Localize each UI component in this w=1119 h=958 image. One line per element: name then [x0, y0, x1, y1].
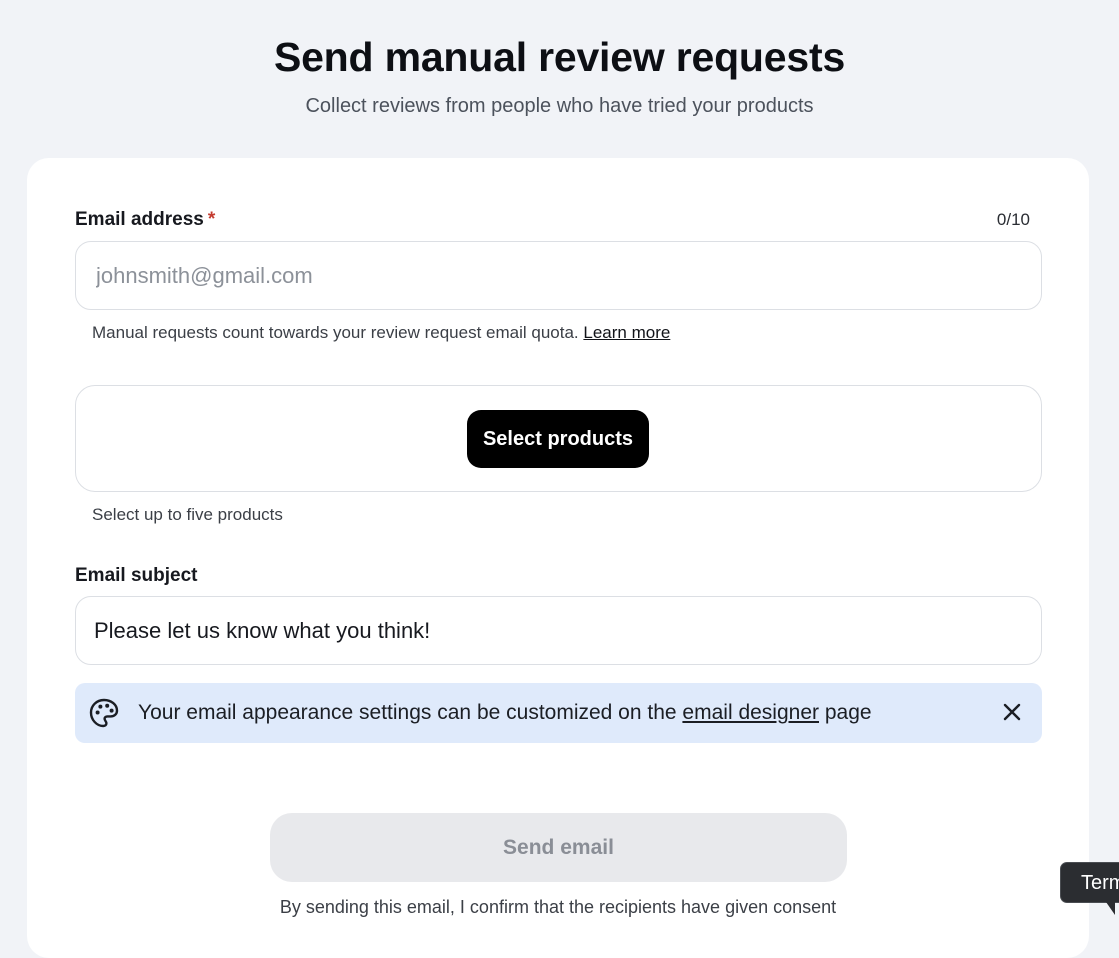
- email-field[interactable]: [75, 241, 1042, 310]
- select-products-button[interactable]: Select products: [467, 410, 649, 468]
- subject-field[interactable]: [75, 596, 1042, 665]
- products-help-text: Select up to five products: [92, 505, 283, 524]
- email-designer-link[interactable]: email designer: [682, 701, 819, 724]
- close-icon[interactable]: [1000, 700, 1024, 724]
- email-label: Email address *: [75, 209, 215, 231]
- banner-text-before: Your email appearance settings can be cu…: [138, 701, 677, 724]
- send-email-button[interactable]: Send email: [270, 813, 847, 882]
- page-title: Send manual review requests: [273, 34, 846, 80]
- terms-tab[interactable]: Terms: [1060, 862, 1119, 903]
- required-mark: *: [207, 209, 216, 230]
- banner-text: Your email appearance settings can be cu…: [138, 701, 872, 725]
- learn-more-link[interactable]: Learn more: [583, 323, 670, 342]
- subject-label: Email subject: [75, 565, 198, 586]
- email-help-text: Manual requests count towards your revie…: [92, 323, 670, 343]
- email-help-message: Manual requests count towards your revie…: [92, 323, 579, 342]
- consent-text: By sending this email, I confirm that th…: [279, 897, 837, 917]
- email-counter: 0/10: [996, 210, 1030, 229]
- page-subtitle: Collect reviews from people who have tri…: [305, 95, 814, 117]
- banner-text-after: page: [824, 701, 872, 724]
- palette-icon: [89, 698, 119, 728]
- email-label-text: Email address: [75, 209, 204, 230]
- terms-tab-pointer: [1106, 902, 1115, 915]
- info-banner: Your email appearance settings can be cu…: [75, 683, 1042, 743]
